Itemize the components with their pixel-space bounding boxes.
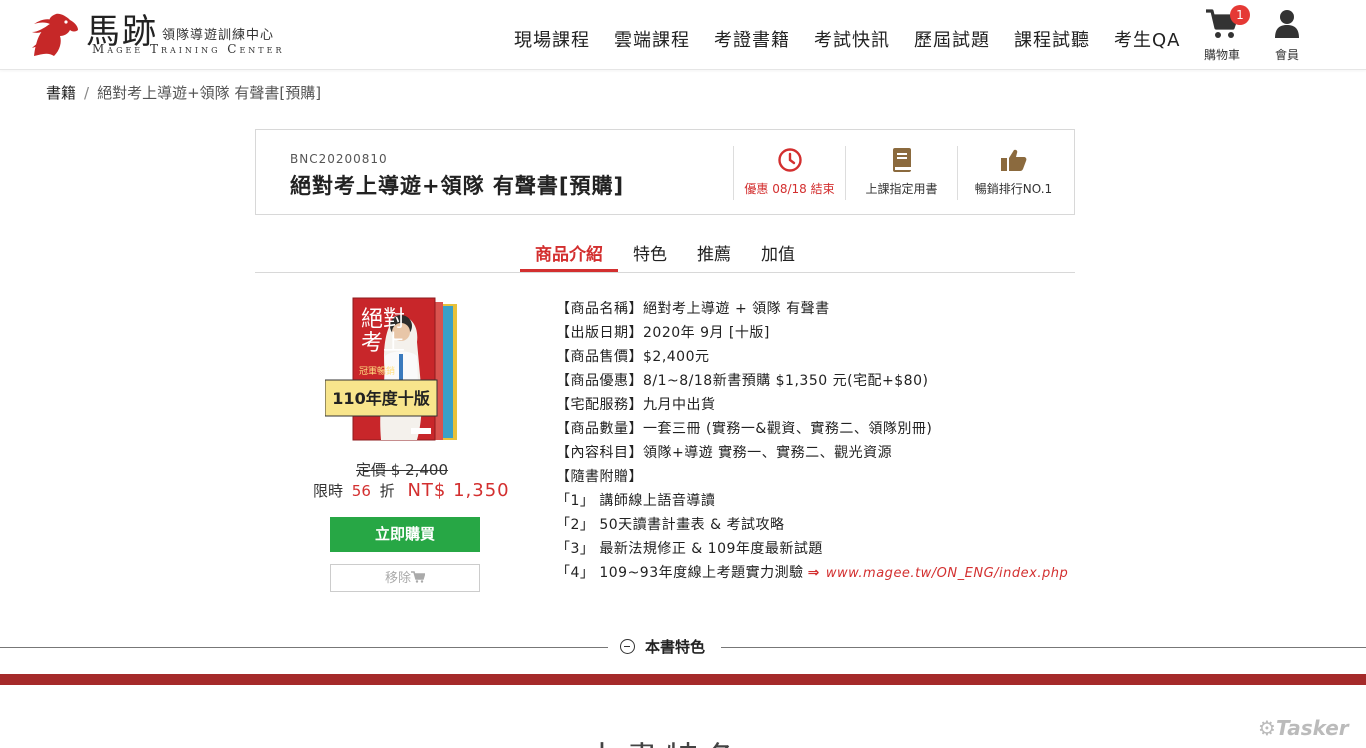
nav-item-onsite-courses[interactable]: 現場課程 <box>514 26 590 52</box>
cover-title-line2: 考上 <box>361 331 405 356</box>
breadcrumb: 書籍 / 絕對考上導遊+領隊 有聲書[預購] <box>46 82 321 103</box>
tasker-watermark: ⚙Tasker <box>1258 716 1349 740</box>
section-divider-left <box>0 647 608 648</box>
product-tabs: 商品介紹 特色 推薦 加值 <box>255 236 1075 273</box>
info-row: 【商品數量】一套三冊 (實務一&觀資、實務二、領隊別冊) <box>556 421 933 437</box>
cover-title-line1: 絕對 <box>361 307 405 332</box>
breadcrumb-separator: / <box>84 84 90 102</box>
breadcrumb-books-link[interactable]: 書籍 <box>46 84 76 102</box>
cover-subtitle: 冠軍暢銷 <box>359 365 395 377</box>
collapse-icon <box>620 639 635 654</box>
main-nav: 現場課程 雲端課程 考證書籍 考試快訊 歷屆試題 課程試聽 考生QA <box>514 26 1204 52</box>
info-row: 【商品名稱】絕對考上導遊 + 領隊 有聲書 <box>556 301 830 317</box>
site-logo[interactable]: 馬跡 領隊導遊訓練中心 Magee Training Center <box>30 4 290 64</box>
product-sku: BNC20200810 <box>290 152 388 166</box>
product-info-list: 【商品名稱】絕對考上導遊 + 領隊 有聲書 【出版日期】2020年 9月 [十版… <box>556 297 1068 585</box>
info-row: 【出版日期】2020年 9月 [十版] <box>556 325 770 341</box>
required-textbook-label: 上課指定用書 <box>865 182 938 196</box>
tab-value-added[interactable]: 加值 <box>761 240 795 265</box>
feature-bestseller: 暢銷排行NO.1 <box>957 146 1069 200</box>
product-title: 絕對考上導遊+領隊 有聲書[預購] <box>290 174 625 198</box>
info-row: 【隨書附贈】 <box>556 469 643 485</box>
tab-features[interactable]: 特色 <box>633 240 667 265</box>
info-last-text: 「4」 109~93年度線上考題實力測驗 <box>556 565 804 581</box>
watermark-text: Tasker <box>1275 716 1349 740</box>
arrow-icon: ⇒ <box>807 565 820 581</box>
nav-item-course-preview[interactable]: 課程試聽 <box>1014 26 1090 52</box>
sale-price-line: 限時 56 折 NT$ 1,350 <box>313 480 510 501</box>
section-divider-toggle[interactable]: 本書特色 <box>620 636 705 657</box>
user-icon <box>1275 10 1299 38</box>
clock-icon <box>777 148 802 172</box>
info-row-last: 「4」 109~93年度線上考題實力測驗 ⇒ www.magee.tw/ON_ENG… <box>556 561 1068 585</box>
sale-price: NT$ 1,350 <box>407 480 510 501</box>
cart-small-icon <box>411 571 426 583</box>
section-divider-label: 本書特色 <box>645 638 706 656</box>
info-row: 【商品售價】$2,400元 <box>556 349 710 365</box>
info-row: 【宅配服務】九月中出貨 <box>556 397 716 413</box>
feature-required-textbook: 上課指定用書 <box>845 146 957 200</box>
nav-item-books[interactable]: 考證書籍 <box>714 26 790 52</box>
nav-item-cloud-courses[interactable]: 雲端課程 <box>614 26 690 52</box>
info-row: 「1」 講師線上語音導讀 <box>556 493 716 509</box>
horse-logo-icon <box>32 13 78 57</box>
thumbs-up-icon <box>1000 149 1026 171</box>
buy-now-button[interactable]: 立即購買 <box>330 517 480 552</box>
member-button[interactable]: 會員 <box>1263 8 1311 63</box>
cover-edition-badge: 110年度十版 <box>332 389 429 408</box>
nav-item-exam-news[interactable]: 考試快訊 <box>814 26 890 52</box>
remove-from-cart-button[interactable]: 移除 <box>330 564 480 592</box>
nav-item-past-exams[interactable]: 歷屆試題 <box>914 26 990 52</box>
tab-recommend[interactable]: 推薦 <box>697 240 731 265</box>
logo-subtitle: 領隊導遊訓練中心 <box>162 28 275 43</box>
online-test-link[interactable]: www.magee.tw/ON_ENG/index.php <box>826 566 1068 581</box>
feature-promo-deadline: 優惠 08/18 結束 <box>733 146 845 200</box>
cart-label: 購物車 <box>1203 48 1240 62</box>
remove-label: 移除 <box>384 570 411 585</box>
book-cover-image: 絕對 考上 冠軍暢銷 110年度十版 <box>325 297 457 441</box>
member-label: 會員 <box>1274 48 1299 62</box>
section-title: 本書特色 <box>585 732 745 748</box>
cart-button[interactable]: 1 購物車 <box>1198 5 1250 63</box>
section-red-band <box>0 674 1366 685</box>
info-row: 「2」 50天讀書計畫表 & 考試攻略 <box>556 517 785 533</box>
logo-english-name: Magee Training Center <box>92 42 285 56</box>
promo-deadline-label: 優惠 08/18 結束 <box>744 182 835 196</box>
active-tab-indicator <box>520 269 618 272</box>
site-header: 馬跡 領隊導遊訓練中心 Magee Training Center 現場課程 雲… <box>0 0 1366 70</box>
list-price: 定價 $ 2,400 <box>356 461 449 479</box>
bestseller-label: 暢銷排行NO.1 <box>974 182 1053 196</box>
sale-suffix: 折 <box>379 482 395 500</box>
breadcrumb-current: 絕對考上導遊+領隊 有聲書[預購] <box>97 84 322 102</box>
info-row: 【內容科目】領隊+導遊 實務一、實務二、觀光資源 <box>556 445 893 461</box>
sale-prefix: 限時 <box>313 482 344 500</box>
discount-value: 56 <box>351 482 371 500</box>
info-row: 【商品優惠】8/1~8/18新書預購 $1,350 元(宅配+$80) <box>556 373 929 389</box>
book-icon <box>892 148 911 172</box>
tab-product-intro[interactable]: 商品介紹 <box>535 240 603 265</box>
nav-item-qa[interactable]: 考生QA <box>1114 26 1180 52</box>
cart-count-badge: 1 <box>1230 5 1250 25</box>
section-divider-right <box>721 647 1366 648</box>
info-row: 「3」 最新法規修正 & 109年度最新試題 <box>556 541 823 557</box>
product-header-card: BNC20200810 絕對考上導遊+領隊 有聲書[預購] 優惠 08/18 結… <box>255 129 1075 215</box>
